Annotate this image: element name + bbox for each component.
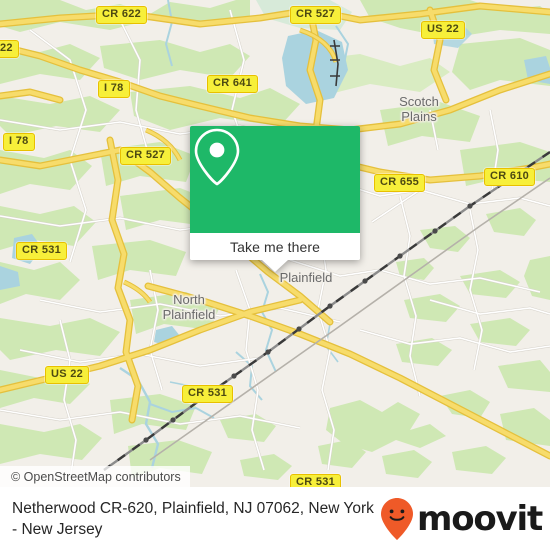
popup-pointer (262, 260, 288, 272)
road-shield: CR 610 (484, 168, 536, 186)
road-shield: CR 527 (290, 6, 342, 24)
map-canvas[interactable]: CR 622 CR 527 US 22 22 I 78 CR 641 I 78 CR 527 C… (0, 0, 550, 487)
road-shield: CR 622 (96, 6, 148, 24)
map-attribution[interactable]: © OpenStreetMap contributors (0, 466, 190, 487)
moovit-map-screenshot: CR 622 CR 527 US 22 22 I 78 CR 641 I 78 CR 527 C… (0, 0, 550, 550)
footer-bar: Netherwood CR-620, Plainfield, NJ 07062,… (0, 487, 550, 550)
map-pin-icon (194, 128, 240, 186)
place-label: North Plainfield (162, 292, 216, 322)
road-shield: 22 (0, 40, 19, 58)
road-shield: US 22 (45, 366, 90, 384)
place-label: Plainfield (279, 270, 333, 285)
take-me-there-button[interactable]: Take me there (190, 233, 360, 260)
road-shield: I 78 (3, 133, 35, 151)
road-shield: I 78 (98, 80, 130, 98)
road-shield: US 22 (421, 21, 466, 39)
road-shield: CR 531 (182, 385, 234, 403)
moovit-pin-smiley-icon (380, 497, 413, 540)
address-label: Netherwood CR-620, Plainfield, NJ 07062,… (12, 499, 374, 538)
road-shield: CR 531 (16, 242, 68, 260)
road-shield: CR 531 (290, 474, 342, 487)
road-shield: CR 527 (120, 147, 172, 165)
destination-popup[interactable]: Take me there (190, 126, 360, 272)
moovit-wordmark: moovit (416, 498, 543, 539)
moovit-logo[interactable]: moovit (380, 497, 550, 541)
popup-card[interactable]: Take me there (190, 126, 360, 260)
popup-pin-area (190, 126, 360, 233)
road-shield: CR 655 (374, 174, 426, 192)
place-label: Scotch Plains (399, 94, 439, 124)
road-shield: CR 641 (207, 75, 259, 93)
